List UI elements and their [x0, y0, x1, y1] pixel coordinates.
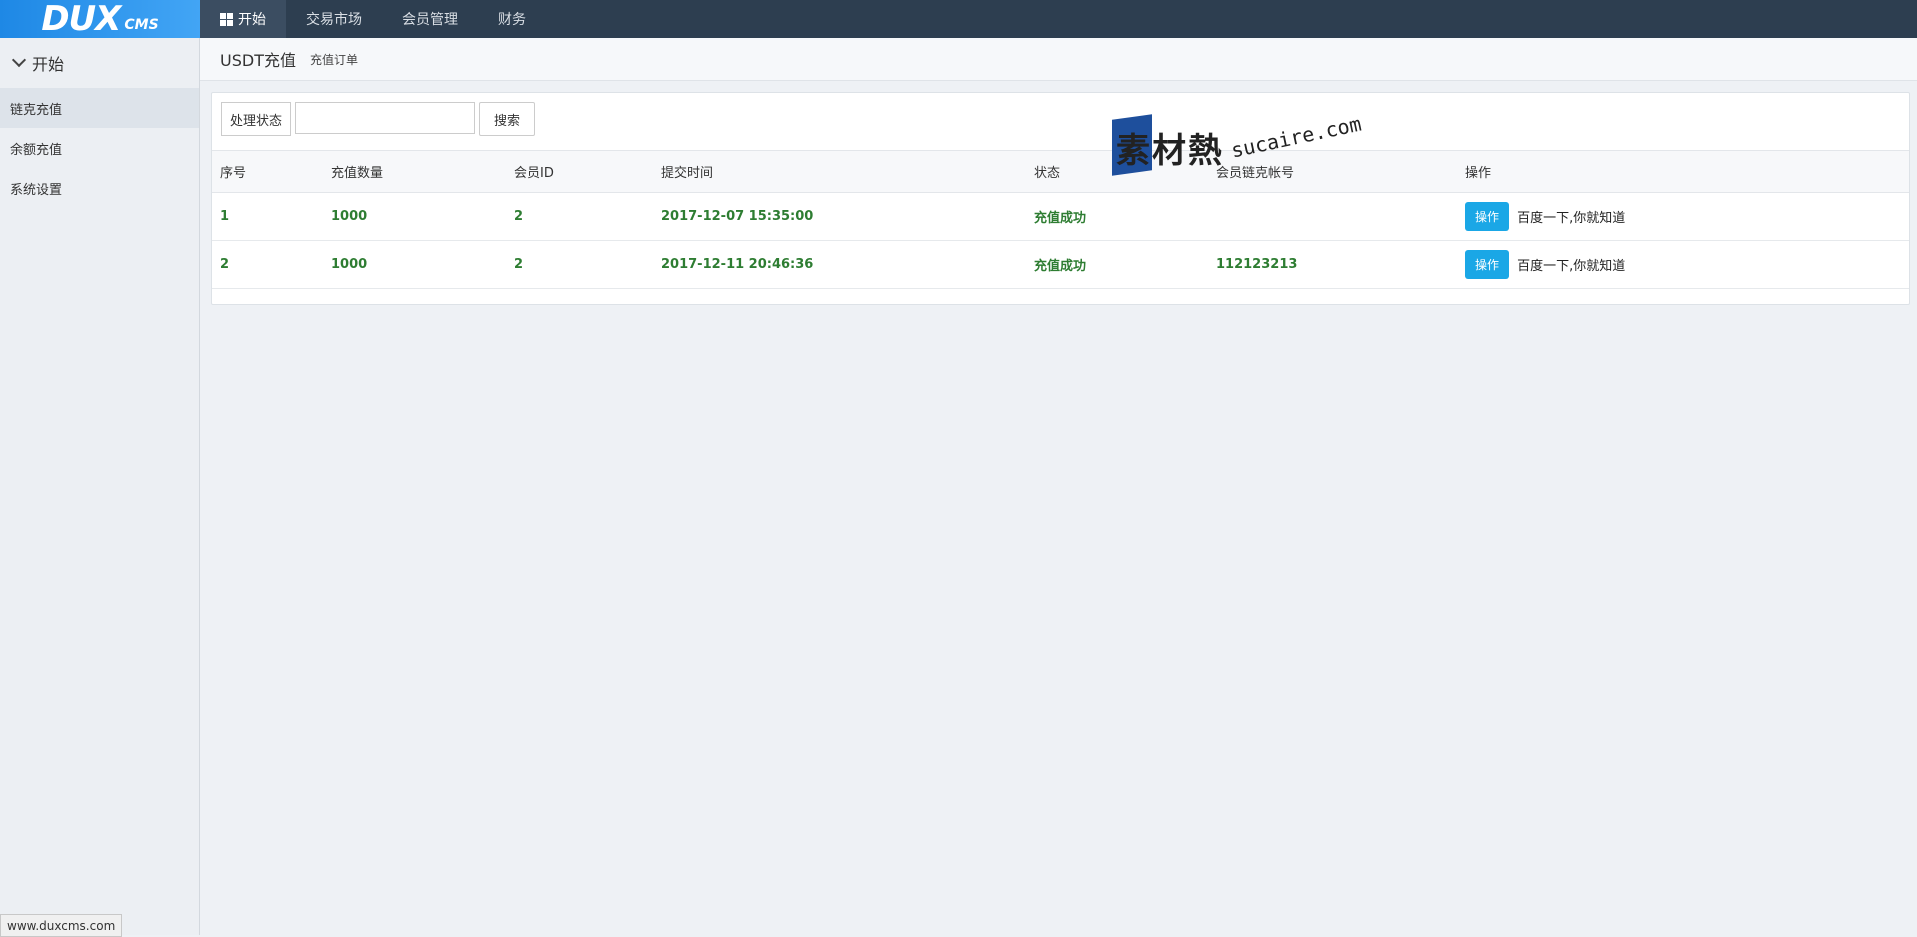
operate-button[interactable]: 操作: [1465, 202, 1510, 231]
sidebar-group-title: 开始: [32, 55, 65, 74]
col-header-submit-time: 提交时间: [653, 150, 1026, 193]
col-header-amount: 充值数量: [323, 150, 506, 193]
cell-actions: 操作 百度一下,你就知道: [1457, 240, 1909, 289]
sidebar: 开始 链克充值 余额充值 系统设置: [0, 38, 200, 935]
topnav-label: 交易市场: [306, 12, 362, 28]
page-title: USDT充值: [220, 51, 296, 70]
windows-icon: [220, 12, 233, 26]
col-header-actions: 操作: [1457, 150, 1909, 193]
col-header-member-id: 会员ID: [506, 150, 653, 193]
sidebar-item-system-settings[interactable]: 系统设置: [0, 168, 199, 208]
col-header-account: 会员链克帐号: [1208, 150, 1457, 193]
topnav-item-start[interactable]: 开始: [200, 0, 286, 38]
operate-text: 百度一下,你就知道: [1517, 259, 1626, 274]
cell-account: [1208, 192, 1457, 241]
page-subtitle: 充值订单: [309, 52, 358, 67]
col-header-status: 状态: [1026, 150, 1208, 193]
sidebar-item-balance-recharge[interactable]: 余额充值: [0, 128, 199, 168]
top-navbar: DUX CMS 开始 交易市场 会员管理 财务: [0, 0, 1917, 39]
topnav-item-market[interactable]: 交易市场: [286, 0, 382, 38]
cell-status: 充值成功: [1026, 192, 1208, 241]
logo-sub-text: CMS: [124, 17, 159, 33]
cell-member-id: 2: [506, 192, 653, 241]
col-header-index: 序号: [212, 150, 323, 193]
operate-text: 百度一下,你就知道: [1517, 211, 1626, 226]
cell-submit-time: 2017-12-07 15:35:00: [653, 192, 1026, 241]
content-panel: 处理状态 搜索 序号 充值数量 会员ID 提交时间 状态 会员链克帐号 操作 1…: [211, 92, 1910, 305]
status-filter-input[interactable]: [295, 102, 476, 134]
logo-main-text: DUX: [41, 0, 121, 39]
page-header: USDT充值 充值订单: [200, 38, 1917, 81]
table-row: 1 1000 2 2017-12-07 15:35:00 充值成功 操作 百度一…: [212, 192, 1909, 241]
status-bar-url: www.duxcms.com: [0, 914, 123, 937]
cell-status: 充值成功: [1026, 240, 1208, 289]
cell-index: 2: [212, 240, 323, 289]
table-row: 2 1000 2 2017-12-11 20:46:36 充值成功 112123…: [212, 240, 1909, 289]
cell-index: 1: [212, 192, 323, 241]
cell-submit-time: 2017-12-11 20:46:36: [653, 240, 1026, 289]
search-button[interactable]: 搜索: [479, 102, 536, 136]
cell-member-id: 2: [506, 240, 653, 289]
topnav-item-finance[interactable]: 财务: [478, 0, 546, 38]
orders-table: 序号 充值数量 会员ID 提交时间 状态 会员链克帐号 操作 1 1000 2 …: [212, 150, 1909, 289]
logo[interactable]: DUX CMS: [0, 0, 200, 39]
sidebar-group-header[interactable]: 开始: [0, 38, 199, 88]
sidebar-item-link-recharge[interactable]: 链克充值: [0, 88, 199, 128]
cell-amount: 1000: [323, 240, 506, 289]
topnav-label: 开始: [238, 12, 266, 28]
top-nav-menu: 开始 交易市场 会员管理 财务: [200, 0, 546, 38]
topnav-item-members[interactable]: 会员管理: [382, 0, 478, 38]
cell-amount: 1000: [323, 192, 506, 241]
status-filter-label: 处理状态: [221, 102, 292, 136]
search-bar: 处理状态 搜索: [221, 102, 536, 136]
topnav-label: 会员管理: [402, 12, 458, 28]
table-header-row: 序号 充值数量 会员ID 提交时间 状态 会员链克帐号 操作: [212, 150, 1909, 193]
topnav-label: 财务: [498, 12, 526, 28]
chevron-down-icon: [11, 52, 27, 68]
cell-account: 112123213: [1208, 240, 1457, 289]
operate-button[interactable]: 操作: [1465, 250, 1510, 279]
cell-actions: 操作 百度一下,你就知道: [1457, 192, 1909, 241]
